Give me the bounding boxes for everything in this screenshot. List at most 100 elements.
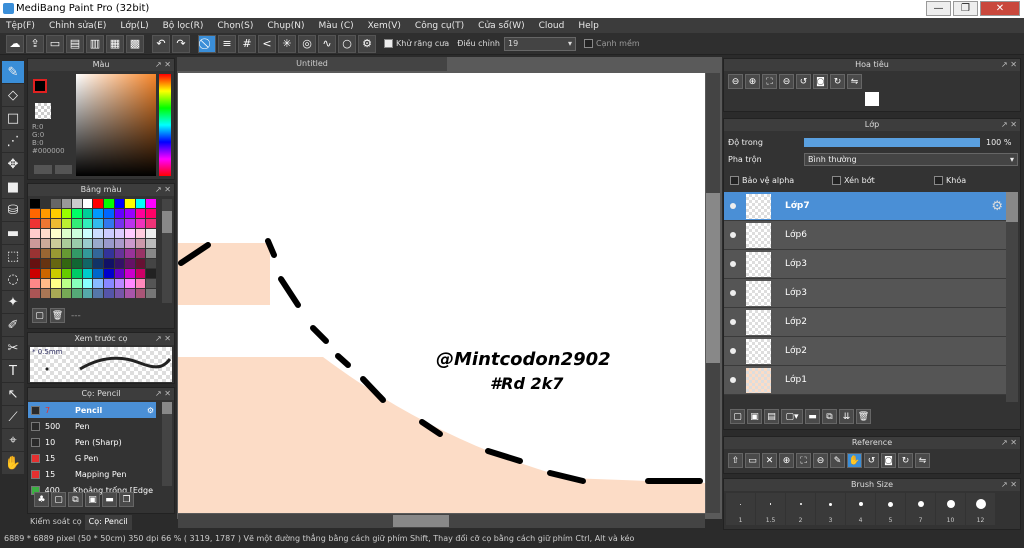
palette-swatch[interactable] <box>30 259 40 268</box>
add-layer-menu-icon[interactable]: ▢▾ <box>781 409 803 424</box>
brush-item-pen[interactable]: 500 Pen <box>28 418 156 434</box>
parallel-snap-icon[interactable]: ≡ <box>218 34 236 53</box>
brush-size-option[interactable]: 1 <box>726 493 755 525</box>
palette-swatch[interactable] <box>61 239 72 248</box>
canvas-horizontal-scrollbar[interactable] <box>178 514 705 528</box>
duplicate-layer-icon[interactable]: ⧉ <box>822 409 837 424</box>
document-tab[interactable]: Untitled <box>177 57 447 71</box>
menu-color[interactable]: Màu (C) <box>319 21 354 31</box>
soft-edge-checkbox[interactable] <box>583 39 593 48</box>
panel-close-icon[interactable]: ↗ ✕ <box>155 388 171 400</box>
brush-size-option[interactable]: 5 <box>876 493 905 525</box>
palette-swatch[interactable] <box>30 199 40 208</box>
palette-swatch[interactable] <box>30 229 40 238</box>
palette-swatch[interactable] <box>114 259 125 268</box>
page-icon[interactable]: ▥ <box>86 34 104 53</box>
palette-swatch[interactable] <box>40 229 51 238</box>
add-brush-icon[interactable]: ♣ <box>34 492 49 507</box>
palette-swatch[interactable] <box>146 249 156 258</box>
layer-item[interactable]: Lớp3 <box>724 279 1006 308</box>
palette-swatch[interactable] <box>72 269 82 278</box>
upload-icon[interactable]: ⇧ <box>728 453 743 468</box>
palette-swatch[interactable] <box>72 209 82 218</box>
palette-swatch[interactable] <box>114 279 125 288</box>
palette-swatch[interactable] <box>30 239 40 248</box>
palette-swatch[interactable] <box>51 289 61 298</box>
palette-swatch[interactable] <box>135 199 146 208</box>
brush-item-pen-sharp[interactable]: 10 Pen (Sharp) <box>28 434 156 450</box>
menu-layer[interactable]: Lớp(L) <box>120 21 148 31</box>
fill-rect-tool-icon[interactable]: ■ <box>2 176 24 198</box>
palette-swatch[interactable] <box>82 199 93 208</box>
menu-snap[interactable]: Chụp(N) <box>267 21 304 31</box>
palette-swatch[interactable] <box>82 249 93 258</box>
move-tool-icon[interactable]: ✥ <box>2 153 24 175</box>
palette-swatch[interactable] <box>93 219 104 228</box>
brush-size-option[interactable]: 10 <box>936 493 965 525</box>
palette-swatch[interactable] <box>114 229 125 238</box>
palette-swatch[interactable] <box>51 219 61 228</box>
palette-swatch[interactable] <box>93 259 104 268</box>
brush-tool-icon[interactable]: ✎ <box>2 61 24 83</box>
menu-cloud[interactable]: Cloud <box>539 21 565 31</box>
text-tool-icon[interactable]: T <box>2 360 24 382</box>
palette-swatch[interactable] <box>104 279 114 288</box>
brush-size-option[interactable]: 2 <box>786 493 815 525</box>
palette-swatch[interactable] <box>93 199 104 208</box>
settings-icon[interactable]: ⚙ <box>358 34 376 53</box>
document-icon[interactable]: ▤ <box>66 34 84 53</box>
eraser-tool-icon[interactable]: ◇ <box>2 84 24 106</box>
palette-swatch[interactable] <box>82 259 93 268</box>
palette-swatch[interactable] <box>125 289 135 298</box>
hand-icon[interactable]: ✋ <box>847 453 862 468</box>
palette-swatch[interactable] <box>51 279 61 288</box>
zoom-minus-icon[interactable]: ⊖ <box>779 74 794 89</box>
palette-swatch[interactable] <box>135 239 146 248</box>
palette-swatch[interactable] <box>125 269 135 278</box>
palette-swatch[interactable] <box>135 289 146 298</box>
fit-icon[interactable]: ⛶ <box>762 74 777 89</box>
bucket-tool-icon[interactable]: ⛁ <box>2 199 24 221</box>
close-reference-icon[interactable]: ✕ <box>762 453 777 468</box>
palette-swatch[interactable] <box>135 249 146 258</box>
zoom-in-icon[interactable]: ⊕ <box>745 74 760 89</box>
new-layer-icon[interactable]: ▢ <box>730 409 745 424</box>
curve-snap-icon[interactable]: ∿ <box>318 34 336 53</box>
zoom-in-icon[interactable]: ⊕ <box>779 453 794 468</box>
cross-snap-icon[interactable]: # <box>238 34 256 53</box>
palette-swatch[interactable] <box>61 259 72 268</box>
layer-item[interactable]: Lớp2 <box>724 337 1006 366</box>
rotate-left-icon[interactable]: ↺ <box>864 453 879 468</box>
saturation-value-picker[interactable] <box>76 74 156 176</box>
palette-swatch[interactable] <box>104 219 114 228</box>
foreground-color-swatch[interactable] <box>33 79 47 93</box>
palette-swatch[interactable] <box>104 199 114 208</box>
tab-brush-pencil[interactable]: Cọ: Pencil <box>84 515 132 530</box>
palette-swatch[interactable] <box>104 289 114 298</box>
gradient-tool-icon[interactable]: ▬ <box>2 222 24 244</box>
merge-layer-icon[interactable]: ⇊ <box>839 409 854 424</box>
flip-icon[interactable]: ⇋ <box>847 74 862 89</box>
lock-checkbox[interactable] <box>934 176 943 185</box>
palette-swatch[interactable] <box>82 239 93 248</box>
palette-swatch[interactable] <box>125 209 135 218</box>
palette-swatch[interactable] <box>114 289 125 298</box>
select-pen-tool-icon[interactable]: ✐ <box>2 314 24 336</box>
palette-swatch[interactable] <box>51 259 61 268</box>
palette-swatch[interactable] <box>93 269 104 278</box>
palette-swatch[interactable] <box>146 269 156 278</box>
brush-size-option[interactable]: 12 <box>966 493 995 525</box>
vanishing-point-icon[interactable]: < <box>258 34 276 53</box>
palette-swatch[interactable] <box>72 289 82 298</box>
redo-icon[interactable]: ↷ <box>172 34 190 53</box>
reset-rotate-icon[interactable]: ◙ <box>881 453 896 468</box>
color-mode-buttons[interactable] <box>34 165 72 174</box>
palette-swatch[interactable] <box>125 219 135 228</box>
palette-swatch[interactable] <box>114 199 125 208</box>
cloud-icon[interactable]: ☁ <box>6 34 24 53</box>
palette-swatch[interactable] <box>40 239 51 248</box>
menu-select[interactable]: Chọn(S) <box>217 21 253 31</box>
tab-brush-control[interactable]: Kiểm soát cọ <box>27 515 85 530</box>
snap-off-icon[interactable]: ⃠ <box>198 34 216 53</box>
undo-icon[interactable]: ↶ <box>152 34 170 53</box>
